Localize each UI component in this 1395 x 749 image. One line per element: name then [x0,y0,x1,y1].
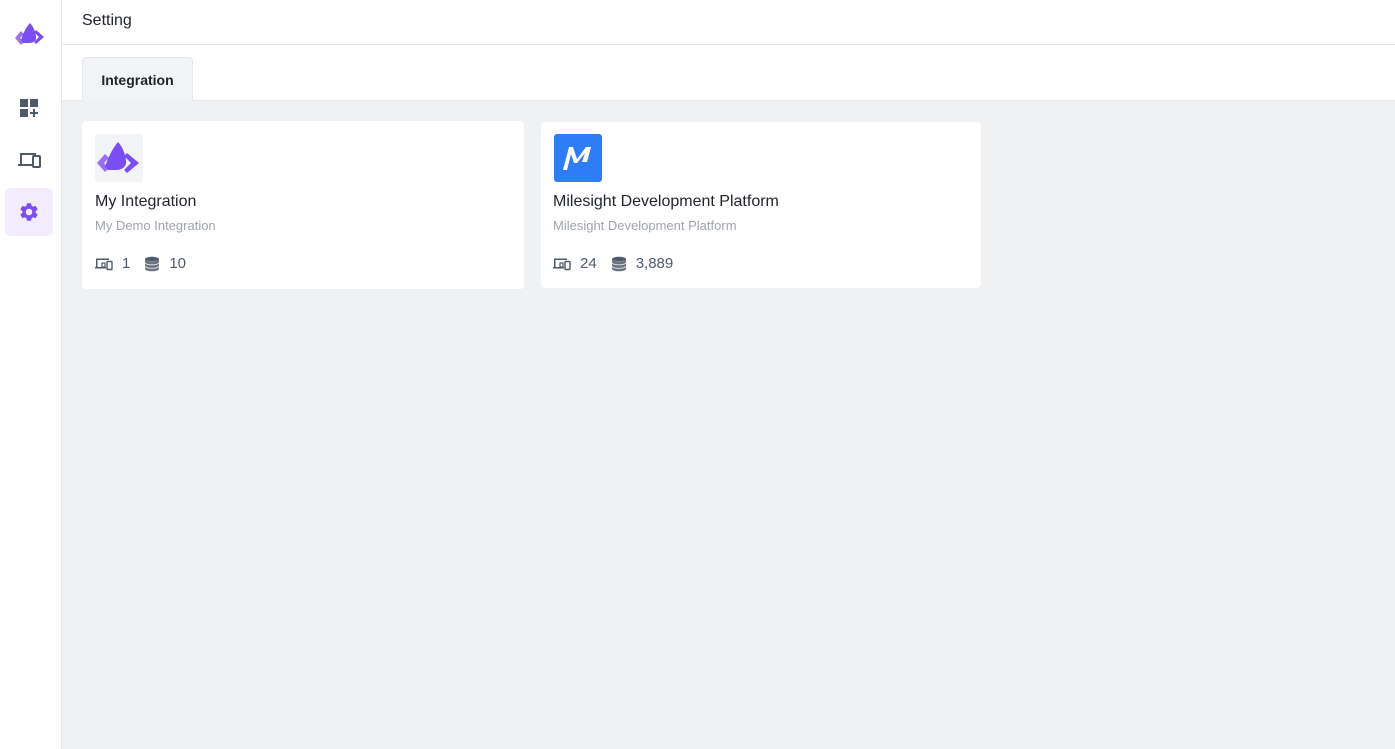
integration-card-milesight[interactable]: Milesight Development Platform Milesight… [541,122,981,288]
devices-icon [95,258,113,270]
integration-stats: 1 10 [95,255,200,272]
sidebar-item-dashboard[interactable] [5,84,53,132]
integration-description: Milesight Development Platform [553,218,737,233]
database-icon [144,256,160,271]
device-count: 1 [122,255,131,272]
integration-card-my-integration[interactable]: My Integration My Demo Integration 1 10 [82,121,524,289]
page-header: Setting [62,0,1395,45]
device-count-stat: 1 [95,255,130,272]
dashboard-add-icon [20,99,38,117]
sidebar [0,0,62,749]
page-title: Setting [82,12,132,29]
database-icon [611,256,627,271]
integration-stats: 24 3,889 [553,255,687,272]
entity-count: 10 [169,255,187,272]
tab-bar: Integration [62,45,1395,101]
integration-name: My Integration [95,193,197,210]
integration-list: My Integration My Demo Integration 1 10 … [62,101,1395,749]
gear-icon [20,203,38,221]
integration-description: My Demo Integration [95,218,216,233]
entity-count-stat: 10 [144,255,186,272]
milesight-m-icon [554,134,602,182]
tab-integration[interactable]: Integration [82,57,193,101]
integration-name: Milesight Development Platform [553,193,779,210]
app-root: Setting Integration My Integration My De… [0,0,1395,749]
device-count-stat: 24 [553,255,597,272]
sidebar-item-devices[interactable] [5,136,53,184]
devices-icon [553,258,571,270]
brand-logo-icon [95,134,143,182]
device-count: 24 [580,255,597,272]
entity-count-stat: 3,889 [611,255,674,272]
sidebar-item-setting[interactable] [5,188,53,236]
devices-icon [18,153,41,168]
brand-logo-icon[interactable] [12,18,46,48]
entity-count: 3,889 [635,255,674,272]
